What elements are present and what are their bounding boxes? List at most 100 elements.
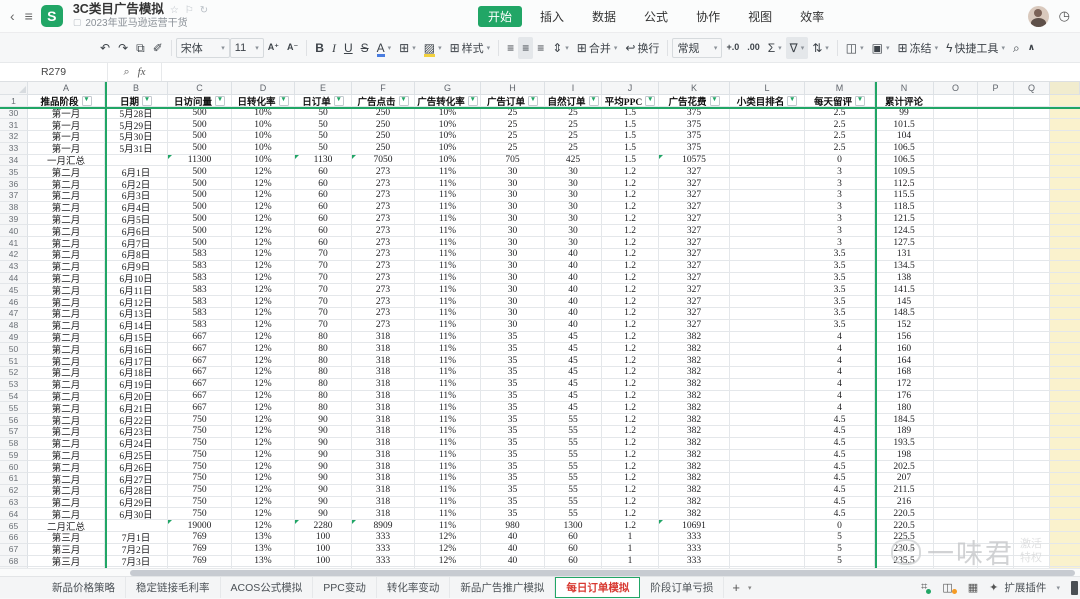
cell[interactable]: 333 bbox=[659, 556, 730, 568]
cell-empty[interactable] bbox=[978, 214, 1014, 226]
column-header-N[interactable]: N bbox=[875, 82, 934, 94]
cell[interactable]: 3.5 bbox=[805, 320, 875, 332]
cell[interactable]: 35 bbox=[481, 508, 545, 520]
cell[interactable]: 109.5 bbox=[875, 166, 934, 178]
cell[interactable]: 100 bbox=[295, 532, 352, 544]
cell[interactable]: 40 bbox=[481, 556, 545, 568]
cell[interactable]: 6月15日 bbox=[105, 332, 168, 344]
cell[interactable]: 6月5日 bbox=[105, 214, 168, 226]
cell[interactable]: 10% bbox=[415, 131, 481, 143]
cell[interactable]: 273 bbox=[352, 308, 415, 320]
cell[interactable]: 55 bbox=[545, 438, 602, 450]
cell-empty[interactable] bbox=[978, 343, 1014, 355]
cell[interactable]: 55 bbox=[545, 461, 602, 473]
filter-dropdown-icon[interactable]: ▼ bbox=[787, 96, 797, 106]
cell-empty[interactable] bbox=[1014, 308, 1050, 320]
filter-button[interactable]: ∇▾ bbox=[786, 37, 809, 59]
row-number[interactable]: 33 bbox=[0, 143, 28, 155]
horizontal-scrollbar[interactable] bbox=[0, 568, 1080, 576]
cell[interactable]: 35 bbox=[481, 343, 545, 355]
cell[interactable]: 104 bbox=[875, 131, 934, 143]
cell[interactable]: 318 bbox=[352, 508, 415, 520]
cell[interactable]: 6月20日 bbox=[105, 391, 168, 403]
redo-icon[interactable]: ↷ bbox=[114, 37, 132, 59]
cell-highlighted-column[interactable] bbox=[1050, 532, 1080, 544]
ribbon-tab[interactable]: 开始 bbox=[478, 6, 522, 27]
cell[interactable]: 35 bbox=[481, 438, 545, 450]
cell[interactable]: 25 bbox=[545, 143, 602, 155]
cell[interactable]: 1.2 bbox=[602, 414, 659, 426]
cell[interactable]: 1 bbox=[602, 544, 659, 556]
cell[interactable]: 小类目排名▼ bbox=[730, 95, 805, 107]
cell[interactable]: 318 bbox=[352, 438, 415, 450]
cell-empty[interactable] bbox=[1014, 485, 1050, 497]
cell[interactable]: 日订单▼ bbox=[295, 95, 352, 107]
cell[interactable]: 30 bbox=[481, 237, 545, 249]
cell[interactable]: 5 bbox=[805, 544, 875, 556]
cell[interactable]: 第二月 bbox=[28, 190, 105, 202]
cell[interactable]: 1.2 bbox=[602, 296, 659, 308]
row-number[interactable]: 31 bbox=[0, 119, 28, 131]
cell-empty[interactable] bbox=[1014, 320, 1050, 332]
cell[interactable]: 35 bbox=[481, 402, 545, 414]
cell[interactable]: 382 bbox=[659, 461, 730, 473]
cell-empty[interactable] bbox=[978, 426, 1014, 438]
cell[interactable]: 5月31日 bbox=[105, 143, 168, 155]
cell[interactable] bbox=[730, 284, 805, 296]
cell[interactable]: 40 bbox=[545, 296, 602, 308]
cell[interactable]: 273 bbox=[352, 284, 415, 296]
cell[interactable]: 第二月 bbox=[28, 249, 105, 261]
cell[interactable] bbox=[730, 214, 805, 226]
cell[interactable]: 382 bbox=[659, 367, 730, 379]
mobile-view-icon[interactable]: ◫ bbox=[942, 581, 956, 594]
row-number[interactable]: 63 bbox=[0, 497, 28, 509]
cell[interactable]: 100 bbox=[295, 556, 352, 568]
plugins-button[interactable]: ✦ 扩展插件 ▾ bbox=[989, 580, 1060, 595]
cell[interactable]: 131 bbox=[875, 249, 934, 261]
cell[interactable]: 12% bbox=[232, 190, 295, 202]
cell[interactable]: 11% bbox=[415, 438, 481, 450]
cell[interactable]: 273 bbox=[352, 249, 415, 261]
cell[interactable]: 500 bbox=[168, 143, 232, 155]
cell[interactable]: 70 bbox=[295, 273, 352, 285]
filter-dropdown-icon[interactable]: ▼ bbox=[82, 96, 92, 106]
cell-empty[interactable] bbox=[934, 95, 978, 107]
cell[interactable]: 6月4日 bbox=[105, 202, 168, 214]
cell[interactable]: 累计评论 bbox=[875, 95, 934, 107]
cell[interactable]: 12% bbox=[232, 497, 295, 509]
cell[interactable]: 40 bbox=[545, 308, 602, 320]
cell[interactable]: 1.5 bbox=[602, 143, 659, 155]
cell[interactable]: 90 bbox=[295, 473, 352, 485]
cell[interactable]: 500 bbox=[168, 225, 232, 237]
cell-empty[interactable] bbox=[934, 414, 978, 426]
cell-empty[interactable] bbox=[978, 508, 1014, 520]
row-number[interactable]: 35 bbox=[0, 166, 28, 178]
cell[interactable]: 11% bbox=[415, 308, 481, 320]
cell[interactable]: 10% bbox=[415, 155, 481, 167]
row-number[interactable]: 56 bbox=[0, 414, 28, 426]
freeze-panes-button[interactable]: ⊞冻结▾ bbox=[894, 37, 943, 59]
row-number[interactable]: 59 bbox=[0, 450, 28, 462]
filter-dropdown-icon[interactable]: ▼ bbox=[334, 96, 344, 106]
cell[interactable] bbox=[730, 249, 805, 261]
cell-empty[interactable] bbox=[934, 508, 978, 520]
cell[interactable]: 318 bbox=[352, 402, 415, 414]
cell[interactable]: 第三月 bbox=[28, 532, 105, 544]
cell[interactable]: 6月25日 bbox=[105, 450, 168, 462]
cell[interactable]: 164 bbox=[875, 355, 934, 367]
cell[interactable]: 12% bbox=[232, 438, 295, 450]
column-header-D[interactable]: D bbox=[232, 82, 295, 94]
cell-highlighted-column[interactable] bbox=[1050, 308, 1080, 320]
cell[interactable]: 90 bbox=[295, 497, 352, 509]
cell[interactable]: 382 bbox=[659, 343, 730, 355]
cell[interactable]: 382 bbox=[659, 450, 730, 462]
cell[interactable] bbox=[730, 544, 805, 556]
cell[interactable]: 11% bbox=[415, 379, 481, 391]
cell-empty[interactable] bbox=[1014, 497, 1050, 509]
cell[interactable]: 13% bbox=[232, 532, 295, 544]
cell[interactable]: 11% bbox=[415, 284, 481, 296]
cell[interactable]: 第二月 bbox=[28, 355, 105, 367]
avatar[interactable] bbox=[1028, 6, 1049, 27]
cell[interactable]: 第二月 bbox=[28, 414, 105, 426]
cell[interactable]: 10% bbox=[415, 143, 481, 155]
